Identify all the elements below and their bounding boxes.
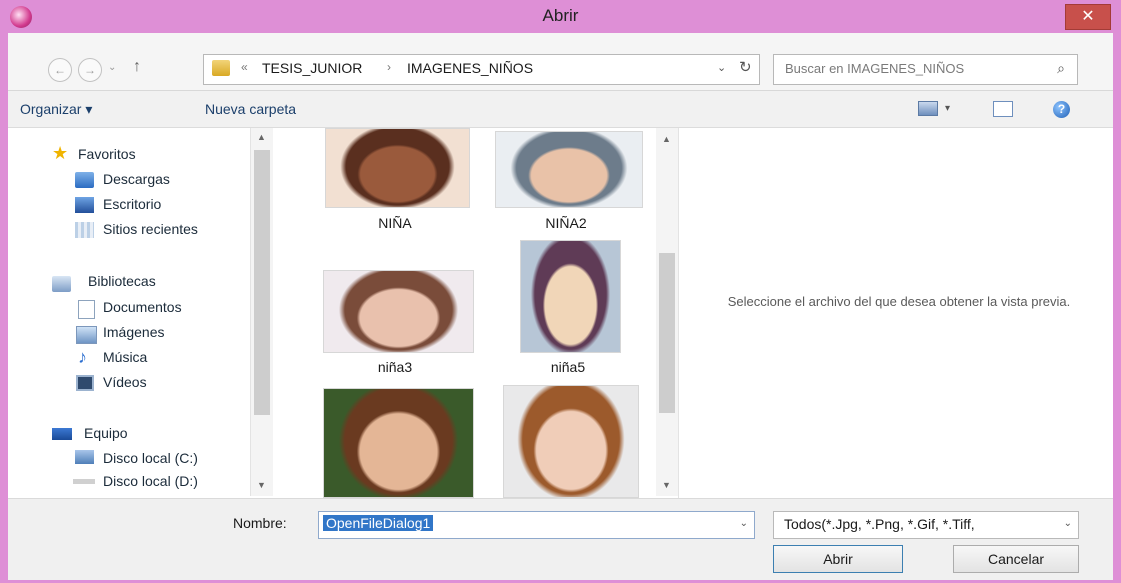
image-thumbnail[interactable]	[503, 385, 639, 498]
nav-equipo[interactable]: Equipo	[84, 425, 128, 441]
search-input[interactable]: Buscar en IMAGENES_NIÑOS	[785, 61, 964, 76]
scroll-up-icon[interactable]: ▲	[257, 132, 266, 142]
search-icon[interactable]: ⌕	[1057, 60, 1065, 77]
nav-disco-local-d[interactable]: Disco local (D:)	[103, 473, 198, 489]
file-list: ▲ ▼ NIÑA NIÑA2 niña3 niña5	[275, 128, 679, 498]
scrollbar-thumb[interactable]	[254, 150, 270, 415]
breadcrumb-imagenes-ninos[interactable]: IMAGENES_NIÑOS	[407, 60, 533, 76]
nav-escritorio[interactable]: Escritorio	[103, 196, 161, 212]
breadcrumb-separator[interactable]: ›	[387, 60, 391, 74]
image-thumbnail[interactable]	[323, 270, 474, 353]
file-name-label[interactable]: niña5	[493, 359, 643, 375]
open-button[interactable]: Abrir	[773, 545, 903, 573]
file-name-label[interactable]: NIÑA	[320, 215, 470, 231]
scroll-up-icon[interactable]: ▲	[662, 134, 671, 144]
search-box[interactable]: Buscar en IMAGENES_NIÑOS ⌕	[773, 54, 1078, 85]
music-icon: ♪	[78, 347, 87, 367]
local-disk-d-icon	[73, 479, 95, 484]
file-name-input[interactable]: OpenFileDialog1	[323, 515, 434, 531]
nav-videos[interactable]: Vídeos	[103, 374, 147, 390]
recent-places-icon	[75, 222, 94, 238]
breadcrumb-overflow-icon[interactable]: «	[241, 60, 248, 74]
file-name-label: Nombre:	[233, 515, 287, 531]
preview-message: Seleccione el archivo del que desea obte…	[727, 294, 1071, 309]
help-icon[interactable]: ?	[1053, 101, 1070, 118]
command-bar: Organizar ▾ Nueva carpeta ▾ ?	[8, 91, 1113, 128]
open-dialog-window: Abrir ✕ ← → ⌄ ↑ « TESIS_JUNIOR › IMAGENE…	[0, 0, 1121, 583]
nav-favoritos[interactable]: Favoritos	[78, 146, 136, 162]
nav-bibliotecas[interactable]: Bibliotecas	[88, 273, 156, 289]
back-button[interactable]: ←	[48, 58, 72, 82]
scroll-down-icon[interactable]: ▼	[662, 480, 671, 490]
file-type-filter[interactable]: Todos(*.Jpg, *.Png, *.Gif, *.Tiff, ⌄	[773, 511, 1079, 539]
nav-documentos[interactable]: Documentos	[103, 299, 182, 315]
scrollbar-thumb[interactable]	[659, 253, 675, 413]
scroll-down-icon[interactable]: ▼	[257, 480, 266, 490]
change-view-icon[interactable]	[918, 101, 938, 116]
folder-icon	[212, 60, 230, 76]
image-thumbnail[interactable]	[325, 128, 470, 208]
up-button[interactable]: ↑	[133, 58, 141, 76]
navigation-scrollbar[interactable]: ▲ ▼	[250, 128, 273, 496]
chevron-down-icon[interactable]: ⌄	[740, 518, 748, 529]
breadcrumb-tesis-junior[interactable]: TESIS_JUNIOR	[262, 60, 362, 76]
preview-pane: Seleccione el archivo del que desea obte…	[680, 128, 1113, 498]
nav-musica[interactable]: Música	[103, 349, 147, 365]
pictures-icon	[76, 326, 97, 344]
navigation-row: ← → ⌄ ↑ « TESIS_JUNIOR › IMAGENES_NIÑOS …	[8, 33, 1113, 91]
nav-sitios-recientes[interactable]: Sitios recientes	[103, 221, 198, 237]
file-list-scrollbar[interactable]: ▲ ▼	[656, 128, 678, 496]
local-disk-c-icon	[75, 450, 94, 464]
chevron-down-icon[interactable]: ⌄	[1064, 518, 1072, 529]
forward-button[interactable]: →	[78, 58, 102, 82]
documents-icon	[78, 300, 95, 319]
nav-imagenes[interactable]: Imágenes	[103, 324, 164, 340]
image-thumbnail[interactable]	[323, 388, 474, 498]
computer-icon	[52, 428, 72, 440]
downloads-icon	[75, 172, 94, 188]
main-content: ★ Favoritos Descargas Escritorio Sitios …	[8, 128, 1113, 498]
navigation-pane: ★ Favoritos Descargas Escritorio Sitios …	[8, 128, 273, 498]
file-selection-footer: Nombre: OpenFileDialog1 ⌄ Todos(*.Jpg, *…	[8, 498, 1113, 580]
desktop-icon	[75, 197, 94, 213]
new-folder-button[interactable]: Nueva carpeta	[205, 101, 296, 117]
libraries-icon	[52, 276, 71, 292]
address-dropdown-icon[interactable]: ⌄	[717, 61, 726, 74]
nav-disco-local-c[interactable]: Disco local (C:)	[103, 450, 198, 466]
star-icon: ★	[52, 143, 69, 163]
view-options-dropdown-icon[interactable]: ▾	[945, 103, 950, 114]
file-name-label[interactable]: niña3	[320, 359, 470, 375]
window-title: Abrir	[542, 6, 579, 25]
refresh-icon[interactable]: ↻	[739, 58, 752, 76]
cancel-button[interactable]: Cancelar	[953, 545, 1079, 573]
nav-descargas[interactable]: Descargas	[103, 171, 170, 187]
address-bar[interactable]: « TESIS_JUNIOR › IMAGENES_NIÑOS ⌄ ↻	[203, 54, 760, 85]
dialog-client-area: ← → ⌄ ↑ « TESIS_JUNIOR › IMAGENES_NIÑOS …	[8, 33, 1113, 580]
close-button[interactable]: ✕	[1065, 4, 1111, 30]
image-thumbnail[interactable]	[520, 240, 621, 353]
file-name-combobox[interactable]: OpenFileDialog1 ⌄	[318, 511, 755, 539]
organize-menu[interactable]: Organizar ▾	[20, 101, 92, 118]
videos-icon	[76, 375, 94, 391]
preview-pane-icon[interactable]	[993, 101, 1013, 117]
image-thumbnail[interactable]	[495, 131, 643, 208]
title-bar: Abrir ✕	[0, 0, 1121, 33]
recent-locations-dropdown[interactable]: ⌄	[108, 62, 116, 73]
file-name-label[interactable]: NIÑA2	[491, 215, 641, 231]
file-type-filter-value[interactable]: Todos(*.Jpg, *.Png, *.Gif, *.Tiff,	[784, 516, 975, 532]
